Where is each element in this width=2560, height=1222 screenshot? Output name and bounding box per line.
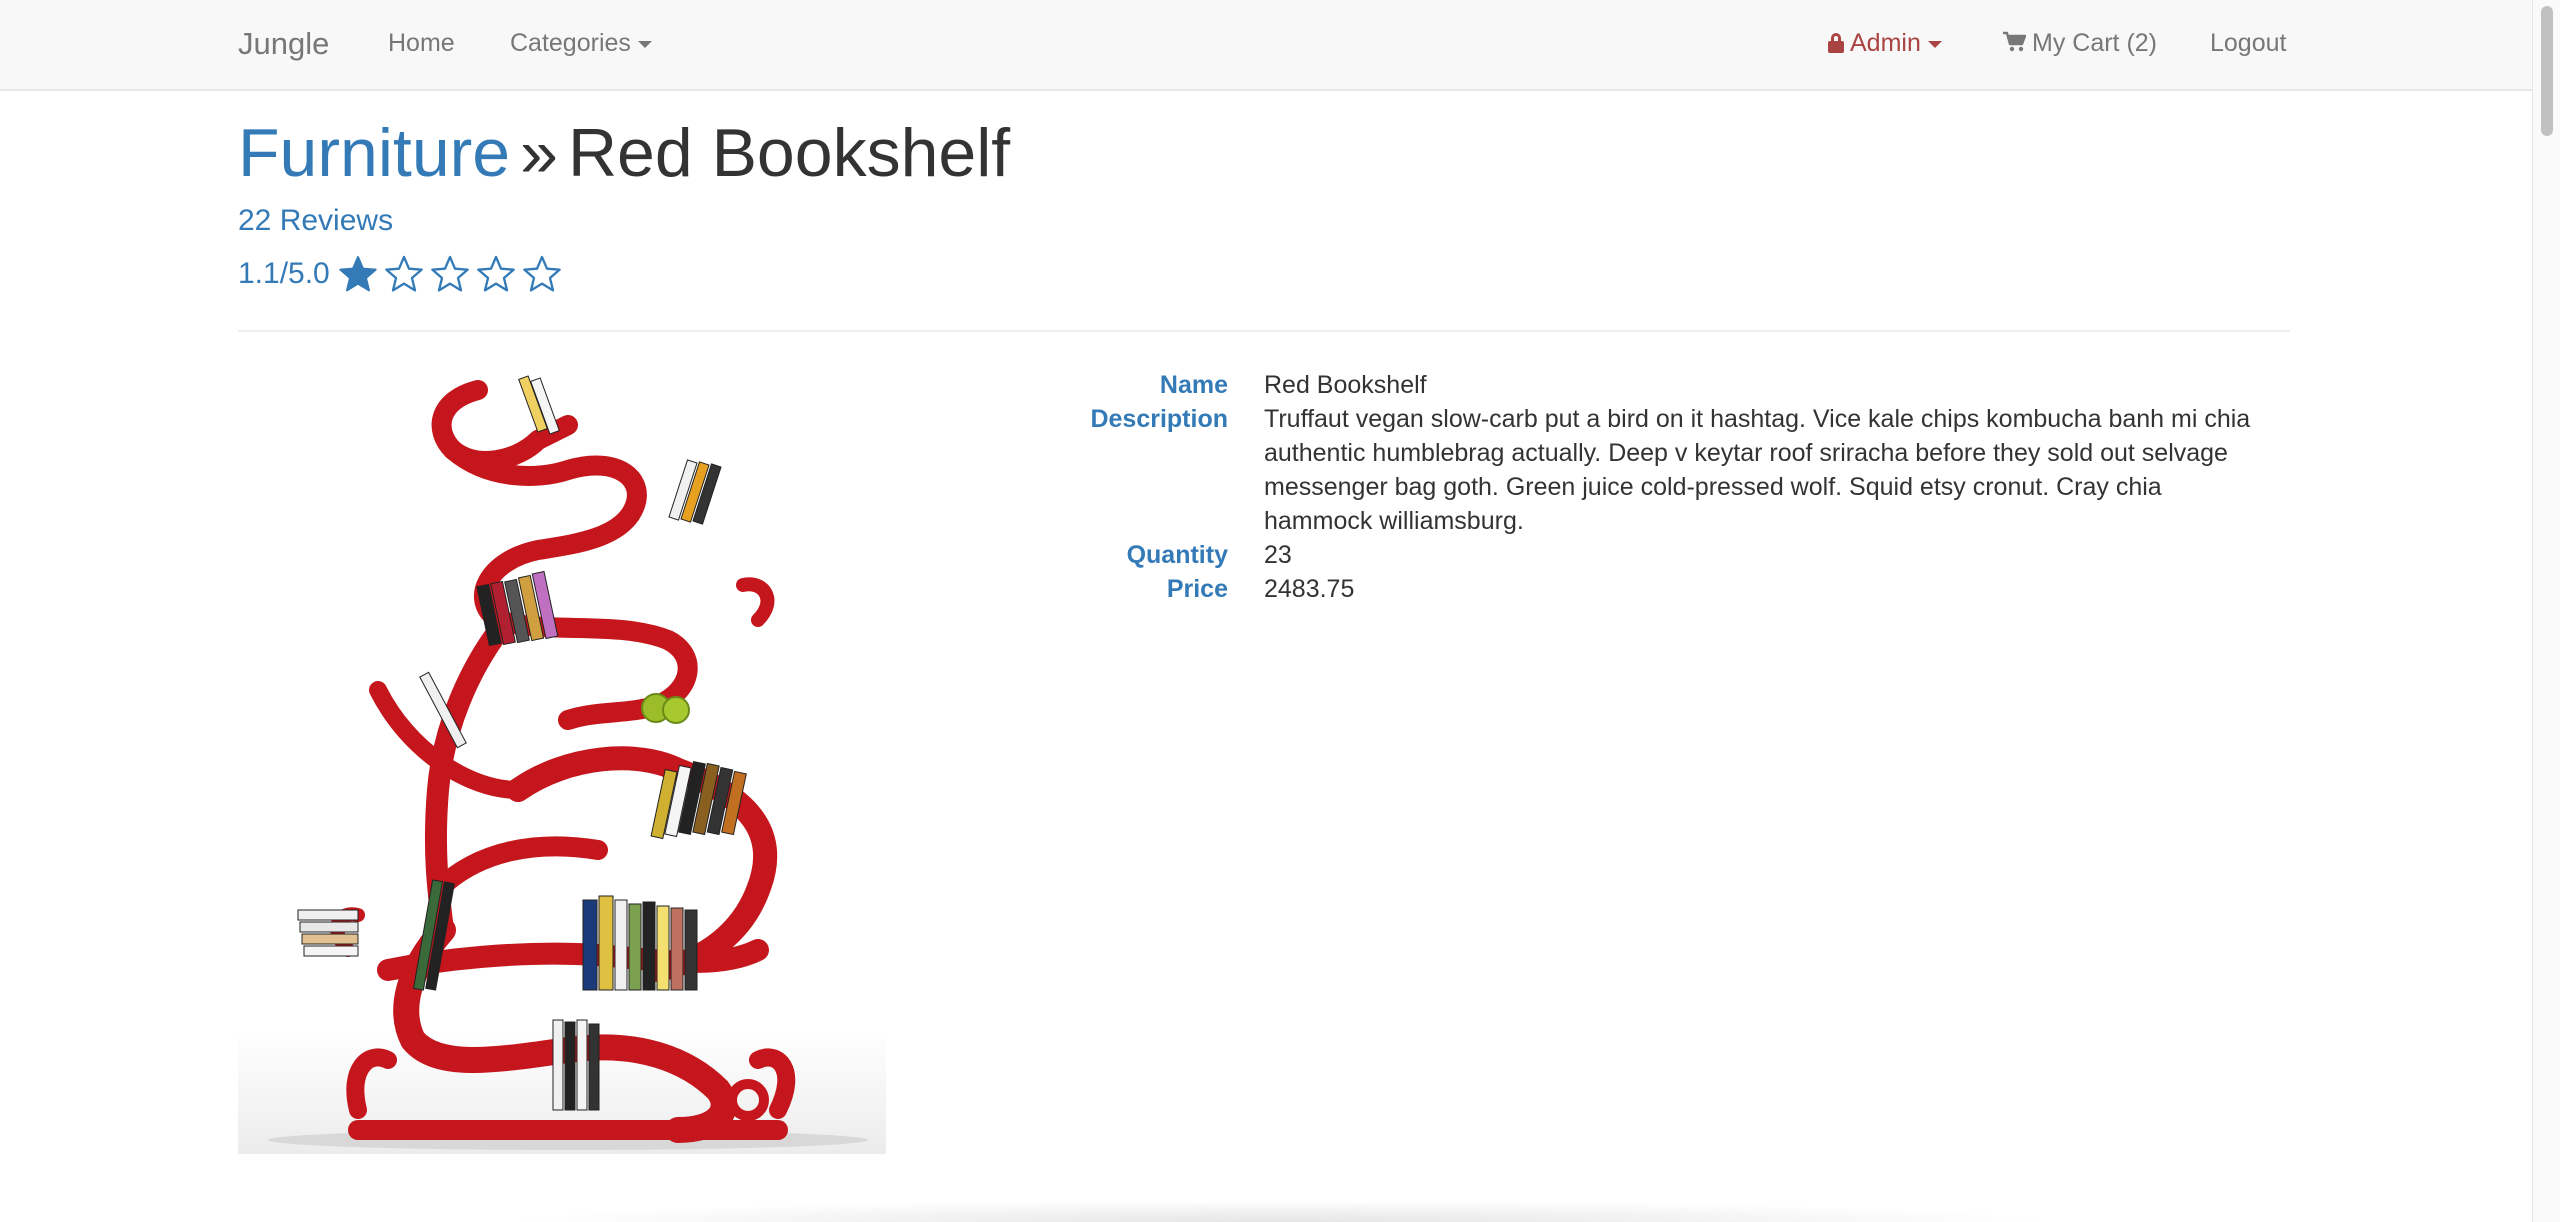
my-cart-link[interactable]: My Cart (2) xyxy=(2002,29,2157,58)
chevron-down-icon xyxy=(1927,40,1942,48)
detail-label: Description xyxy=(1090,405,1228,433)
admin-label: Admin xyxy=(1850,29,1921,57)
footer-shadow xyxy=(500,1200,2060,1222)
detail-value: 23 xyxy=(1264,541,1292,569)
product-title: Red Bookshelf xyxy=(567,115,1011,191)
breadcrumb-separator: » xyxy=(520,115,558,191)
rating-text: 1.1/5.0 xyxy=(238,257,330,290)
detail-row-quantity: Quantity 23 xyxy=(1060,538,2290,572)
detail-row-name: Name Red Bookshelf xyxy=(1060,368,2290,402)
star-empty-icon xyxy=(430,255,469,292)
chevron-down-icon xyxy=(637,40,652,48)
product-image xyxy=(238,370,886,1154)
product-header: Furniture» Red Bookshelf 22 Reviews 1.1/5… xyxy=(238,112,2290,332)
categories-label: Categories xyxy=(510,29,631,57)
page-title: Furniture» Red Bookshelf xyxy=(238,112,1010,194)
detail-label: Name xyxy=(1159,371,1228,399)
detail-value: Truffaut vegan slow-carb put a bird on i… xyxy=(1264,405,2251,535)
detail-value: 2483.75 xyxy=(1264,575,1355,603)
product-details: Name Red Bookshelf Description Truffaut … xyxy=(1060,368,2290,606)
red-bookshelf-illustration xyxy=(238,375,886,1154)
logout-link[interactable]: Logout xyxy=(2210,29,2286,58)
star-empty-icon xyxy=(384,255,423,292)
cart-label: My Cart (2) xyxy=(2032,29,2157,57)
nav-home-link[interactable]: Home xyxy=(388,29,455,58)
star-empty-icon xyxy=(522,255,561,292)
admin-dropdown[interactable]: Admin xyxy=(1828,29,1942,58)
star-rating xyxy=(338,254,568,294)
reviews-link[interactable]: 22 Reviews xyxy=(238,204,393,238)
category-breadcrumb-link[interactable]: Furniture xyxy=(238,115,510,191)
detail-label: Price xyxy=(1166,575,1228,603)
star-filled-icon xyxy=(339,256,377,292)
scrollbar-thumb[interactable] xyxy=(2541,6,2553,136)
rating-summary: 1.1/5.0 xyxy=(238,254,568,294)
shopping-cart-icon xyxy=(2003,31,2026,52)
navbar-container: Jungle Home Categories Admin My Cart (2)… xyxy=(238,0,2292,89)
detail-value: Red Bookshelf xyxy=(1264,371,1427,399)
nav-categories-dropdown[interactable]: Categories xyxy=(510,29,652,58)
detail-row-description: Description Truffaut vegan slow-carb put… xyxy=(1060,402,2290,538)
top-navbar: Jungle Home Categories Admin My Cart (2)… xyxy=(0,0,2532,91)
detail-row-price: Price 2483.75 xyxy=(1060,572,2290,606)
page-scrollbar[interactable] xyxy=(2532,0,2560,1222)
brand-link[interactable]: Jungle xyxy=(238,26,329,62)
lock-icon xyxy=(1828,33,1844,53)
detail-label: Quantity xyxy=(1126,541,1228,569)
star-empty-icon xyxy=(476,255,515,292)
